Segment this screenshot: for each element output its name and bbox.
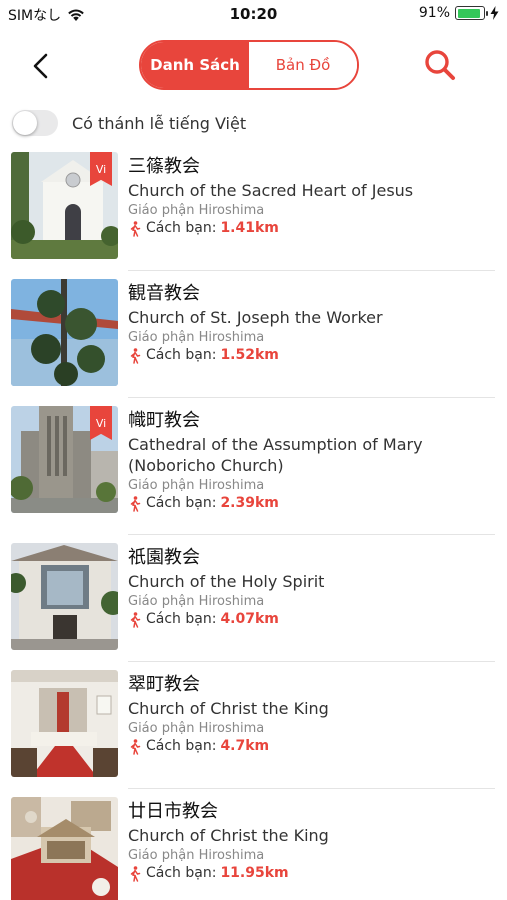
church-info: 廿日市教会 Church of Christ the King Giáo phậ… (128, 799, 497, 883)
church-info: 幟町教会 Cathedral of the Assumption of Mary… (128, 408, 497, 513)
vietnamese-mass-toggle[interactable] (12, 110, 58, 136)
distance-row: Cách bạn: 1.41km (128, 219, 497, 238)
chevron-left-icon (33, 53, 48, 79)
battery-level-fill (457, 8, 481, 18)
church-name-jp: 廿日市教会 (128, 801, 218, 822)
church-list: Vi 三篠教会 Church of the Sacred Heart of Je… (0, 144, 507, 900)
search-icon (425, 50, 455, 80)
distance-row: Cách bạn: 1.52km (128, 346, 497, 365)
tab-list[interactable]: Danh Sách (141, 42, 249, 88)
church-name-jp: 翠町教会 (128, 674, 200, 695)
church-photo: Vi (11, 406, 118, 513)
distance-prefix: Cách bạn: (146, 865, 217, 881)
distance-prefix: Cách bạn: (146, 495, 217, 511)
distance-prefix: Cách bạn: (146, 347, 217, 363)
church-photo (11, 797, 118, 900)
church-name-en: Church of Christ the King (128, 826, 329, 845)
church-diocese: Giáo phận Hiroshima (128, 848, 265, 863)
distance-value: 1.52km (220, 347, 279, 363)
distance-value: 4.7km (220, 738, 270, 754)
church-diocese: Giáo phận Hiroshima (128, 478, 265, 493)
church-name-en: Church of the Holy Spirit (128, 572, 325, 591)
distance-row: Cách bạn: 2.39km (128, 494, 497, 513)
church-name-en: Church of Christ the King (128, 699, 329, 718)
church-name-jp: 三篠教会 (128, 156, 200, 177)
nav-bar: Danh Sách Bản Đồ (0, 38, 507, 94)
distance-prefix: Cách bạn: (146, 738, 217, 754)
church-name-en: Cathedral of the Assumption of Mary (Nob… (128, 435, 423, 475)
distance-prefix: Cách bạn: (146, 611, 217, 627)
church-name-en: Church of the Sacred Heart of Jesus (128, 181, 414, 200)
church-photo (11, 543, 118, 650)
church-photo (11, 670, 118, 777)
status-right: 91% (419, 5, 499, 21)
walking-person-icon (130, 865, 141, 882)
church-info: 観音教会 Church of St. Joseph the Worker Giá… (128, 281, 497, 365)
distance-value: 1.41km (220, 220, 279, 236)
church-diocese: Giáo phận Hiroshima (128, 721, 265, 736)
list-item[interactable]: Vi 幟町教会 Cathedral of the Assumption of M… (0, 398, 507, 535)
back-button[interactable] (22, 50, 62, 82)
distance-row: Cách bạn: 11.95km (128, 864, 497, 883)
church-diocese: Giáo phận Hiroshima (128, 203, 265, 218)
church-info: 祇園教会 Church of the Holy Spirit Giáo phận… (128, 545, 497, 629)
toggle-knob (13, 111, 37, 135)
church-name-jp: 観音教会 (128, 283, 200, 304)
search-button[interactable] (420, 46, 460, 86)
list-item[interactable]: Vi 三篠教会 Church of the Sacred Heart of Je… (0, 144, 507, 271)
walking-person-icon (130, 347, 141, 364)
church-diocese: Giáo phận Hiroshima (128, 330, 265, 345)
view-mode-switch: Danh Sách Bản Đồ (139, 40, 359, 90)
status-bar: SIMなし 10:20 91% (0, 0, 507, 28)
list-item[interactable]: 観音教会 Church of St. Joseph the Worker Giá… (0, 271, 507, 398)
distance-prefix: Cách bạn: (146, 220, 217, 236)
list-item[interactable]: 廿日市教会 Church of Christ the King Giáo phậ… (0, 789, 507, 900)
church-info: 翠町教会 Church of Christ the King Giáo phận… (128, 672, 497, 756)
church-name-jp: 祇園教会 (128, 547, 200, 568)
list-item[interactable]: 祇園教会 Church of the Holy Spirit Giáo phận… (0, 535, 507, 662)
distance-value: 4.07km (220, 611, 279, 627)
vietnamese-mass-label: Có thánh lễ tiếng Việt (72, 113, 247, 133)
church-info: 三篠教会 Church of the Sacred Heart of Jesus… (128, 154, 497, 238)
charging-bolt-icon (490, 6, 499, 20)
distance-value: 2.39km (220, 495, 279, 511)
distance-row: Cách bạn: 4.7km (128, 737, 497, 756)
battery-icon (455, 6, 488, 20)
walking-person-icon (130, 611, 141, 628)
battery-percent: 91% (418, 5, 450, 21)
church-diocese: Giáo phận Hiroshima (128, 594, 265, 609)
list-item[interactable]: 翠町教会 Church of Christ the King Giáo phận… (0, 662, 507, 789)
walking-person-icon (130, 495, 141, 512)
vietnamese-mass-filter: Có thánh lễ tiếng Việt (12, 108, 246, 138)
church-name-en: Church of St. Joseph the Worker (128, 308, 383, 327)
walking-person-icon (130, 738, 141, 755)
walking-person-icon (130, 220, 141, 237)
distance-value: 11.95km (220, 865, 289, 881)
church-photo (11, 279, 118, 386)
distance-row: Cách bạn: 4.07km (128, 610, 497, 629)
church-photo: Vi (11, 152, 118, 259)
church-name-jp: 幟町教会 (128, 410, 200, 431)
tab-map[interactable]: Bản Đồ (249, 42, 357, 88)
